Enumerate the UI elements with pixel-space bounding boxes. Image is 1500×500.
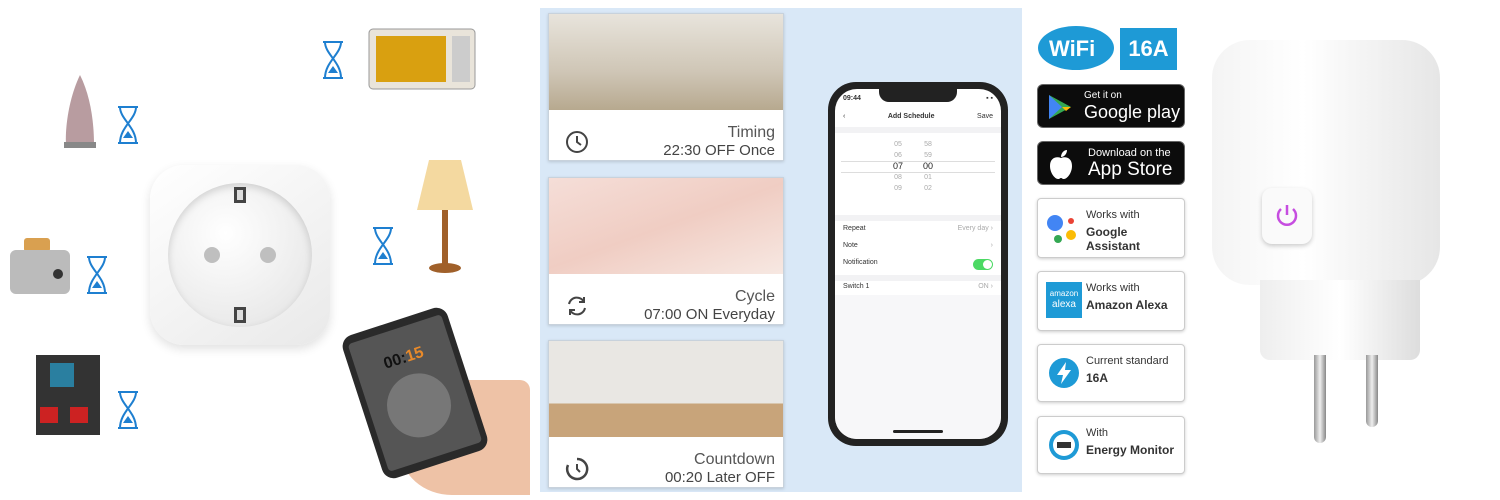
mode-card-timing: Timing 22:30 OFF Once xyxy=(548,13,784,161)
mode-detail: 07:00 ON Everyday xyxy=(644,306,775,323)
cycle-icon xyxy=(568,296,586,316)
mode-card-cycle: Cycle 07:00 ON Everyday xyxy=(548,177,784,325)
hourglass-icon xyxy=(87,256,107,294)
google-play-badge[interactable]: Get it on Google play xyxy=(1037,84,1185,128)
hourglass-icon xyxy=(323,41,343,79)
back-icon[interactable]: ‹ xyxy=(843,113,845,120)
app-store-badge[interactable]: Download on the App Store xyxy=(1037,141,1185,185)
note-row[interactable]: Note › xyxy=(843,242,993,249)
google-assistant-icon xyxy=(1047,215,1076,243)
hourglass-icon xyxy=(373,227,393,265)
timer-dial xyxy=(378,365,460,446)
alexa-icon: amazon alexa xyxy=(1046,282,1082,318)
status-time: 09:44 xyxy=(843,95,861,102)
microwave-icon xyxy=(368,28,476,90)
clock-icon xyxy=(566,131,588,153)
smart-socket-front xyxy=(150,165,330,345)
apple-icon xyxy=(1050,150,1072,179)
notification-row: Notification xyxy=(843,259,993,270)
hourglass-icon xyxy=(118,391,138,429)
power-icon xyxy=(1276,205,1298,226)
timer-minutes: 15 xyxy=(403,343,426,366)
repeat-row[interactable]: Repeat Every day › xyxy=(843,225,993,232)
current-standard-badge: Current standard 16A xyxy=(1037,344,1185,402)
kettle-photo xyxy=(549,341,783,437)
sleeping-photo xyxy=(549,178,783,274)
google-assistant-badge: Works with Google Assistant xyxy=(1037,198,1185,258)
mode-title: Timing xyxy=(727,124,775,141)
time-picker[interactable]: 05 06 07 08 09 58 59 00 01 02 xyxy=(835,127,1001,215)
svg-text:WiFi: WiFi xyxy=(1049,36,1095,61)
mode-title: Countdown xyxy=(694,451,775,468)
switch-row[interactable]: Switch 1 ON › xyxy=(843,283,993,290)
amazon-alexa-badge: amazon alexa Works with Amazon Alexa xyxy=(1037,271,1185,331)
mode-detail: 22:30 OFF Once xyxy=(663,142,775,159)
amps-badge: 16A xyxy=(1120,28,1177,70)
lightning-icon xyxy=(1049,358,1079,388)
mode-detail: 00:20 Later OFF xyxy=(664,469,775,486)
google-play-icon xyxy=(1049,95,1071,119)
power-button[interactable] xyxy=(1262,188,1312,244)
notification-toggle[interactable] xyxy=(973,259,993,270)
mode-title: Cycle xyxy=(734,288,775,305)
phone-app-mockup: 09:44 ▪ ▪ ‹ Add Schedule Save 05 06 07 08 09 58… xyxy=(828,82,1008,446)
toaster-icon xyxy=(10,238,70,294)
screen-title: Add Schedule xyxy=(887,113,935,120)
iron-icon xyxy=(64,75,96,148)
energy-monitor-badge: With Energy Monitor xyxy=(1037,416,1185,474)
hourglass-icon xyxy=(118,106,138,144)
phone-in-hand: 00:15 xyxy=(339,304,491,482)
wifi-logo: WiFi xyxy=(1038,26,1114,70)
mode-card-countdown: Countdown 00:20 Later OFF xyxy=(548,340,784,488)
save-button[interactable]: Save xyxy=(977,113,993,120)
countdown-icon xyxy=(565,457,589,481)
coffee-machine-icon xyxy=(36,355,100,435)
energy-meter-icon xyxy=(1049,430,1079,460)
lamp-icon xyxy=(417,160,473,273)
kitchen-photo xyxy=(549,14,783,110)
